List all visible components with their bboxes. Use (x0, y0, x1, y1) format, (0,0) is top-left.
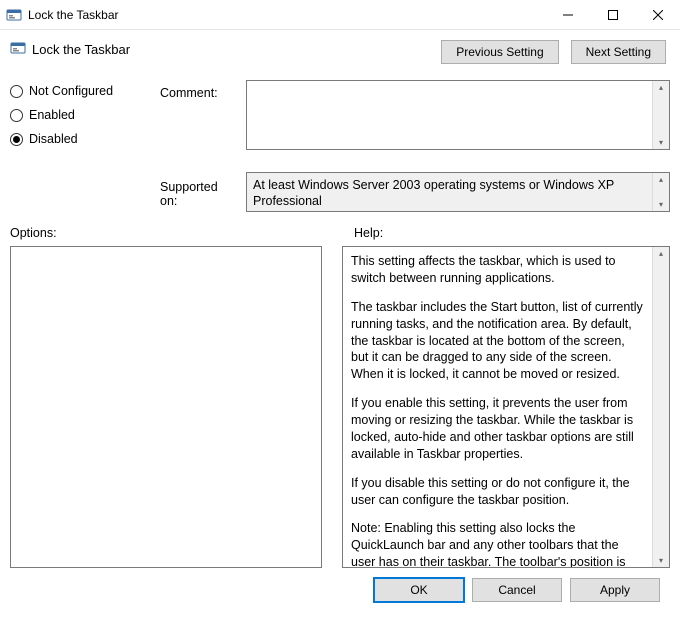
chevron-down-icon: ▾ (659, 138, 663, 147)
cancel-button[interactable]: Cancel (472, 578, 562, 602)
options-panel (10, 246, 322, 568)
options-content (11, 247, 321, 567)
radio-icon (10, 85, 23, 98)
help-content: This setting affects the taskbar, which … (343, 247, 652, 567)
close-button[interactable] (635, 0, 680, 29)
help-paragraph: This setting affects the taskbar, which … (351, 253, 644, 287)
state-radio-group: Not Configured Enabled Disabled (10, 80, 150, 212)
comment-input[interactable]: ▴ ▾ (246, 80, 670, 150)
supported-on-box: At least Windows Server 2003 operating s… (246, 172, 670, 212)
previous-setting-button[interactable]: Previous Setting (441, 40, 558, 64)
radio-disabled[interactable]: Disabled (10, 132, 150, 146)
help-label: Help: (354, 226, 383, 240)
radio-icon (10, 109, 23, 122)
minimize-button[interactable] (545, 0, 590, 29)
chevron-up-icon: ▴ (659, 249, 663, 258)
scrollbar[interactable]: ▴ ▾ (652, 173, 669, 211)
scrollbar[interactable]: ▴ ▾ (652, 81, 669, 149)
help-paragraph: The taskbar includes the Start button, l… (351, 299, 644, 383)
titlebar: Lock the Taskbar (0, 0, 680, 30)
radio-label: Enabled (29, 108, 75, 122)
radio-label: Not Configured (29, 84, 113, 98)
help-panel: This setting affects the taskbar, which … (342, 246, 670, 568)
supported-on-value: At least Windows Server 2003 operating s… (247, 173, 652, 211)
radio-not-configured[interactable]: Not Configured (10, 84, 150, 98)
maximize-button[interactable] (590, 0, 635, 29)
help-paragraph: Note: Enabling this setting also locks t… (351, 520, 644, 567)
radio-icon (10, 133, 23, 146)
window-title: Lock the Taskbar (28, 8, 545, 22)
chevron-up-icon: ▴ (659, 175, 663, 184)
radio-label: Disabled (29, 132, 78, 146)
chevron-down-icon: ▾ (659, 556, 663, 565)
window-controls (545, 0, 680, 29)
app-icon (6, 7, 22, 23)
options-label: Options: (10, 226, 330, 240)
chevron-down-icon: ▾ (659, 200, 663, 209)
help-paragraph: If you enable this setting, it prevents … (351, 395, 644, 463)
next-setting-button[interactable]: Next Setting (571, 40, 666, 64)
ok-button[interactable]: OK (374, 578, 464, 602)
dialog-footer: OK Cancel Apply (10, 568, 670, 602)
comment-label: Comment: (160, 80, 238, 100)
help-paragraph: If you disable this setting or do not co… (351, 475, 644, 509)
comment-value (247, 81, 652, 149)
chevron-up-icon: ▴ (659, 83, 663, 92)
policy-name-text: Lock the Taskbar (32, 42, 130, 57)
supported-on-label: Supported on: (160, 172, 238, 208)
policy-icon (10, 40, 26, 59)
apply-button[interactable]: Apply (570, 578, 660, 602)
radio-enabled[interactable]: Enabled (10, 108, 150, 122)
policy-name-label: Lock the Taskbar (10, 38, 130, 59)
scrollbar[interactable]: ▴ ▾ (652, 247, 669, 567)
